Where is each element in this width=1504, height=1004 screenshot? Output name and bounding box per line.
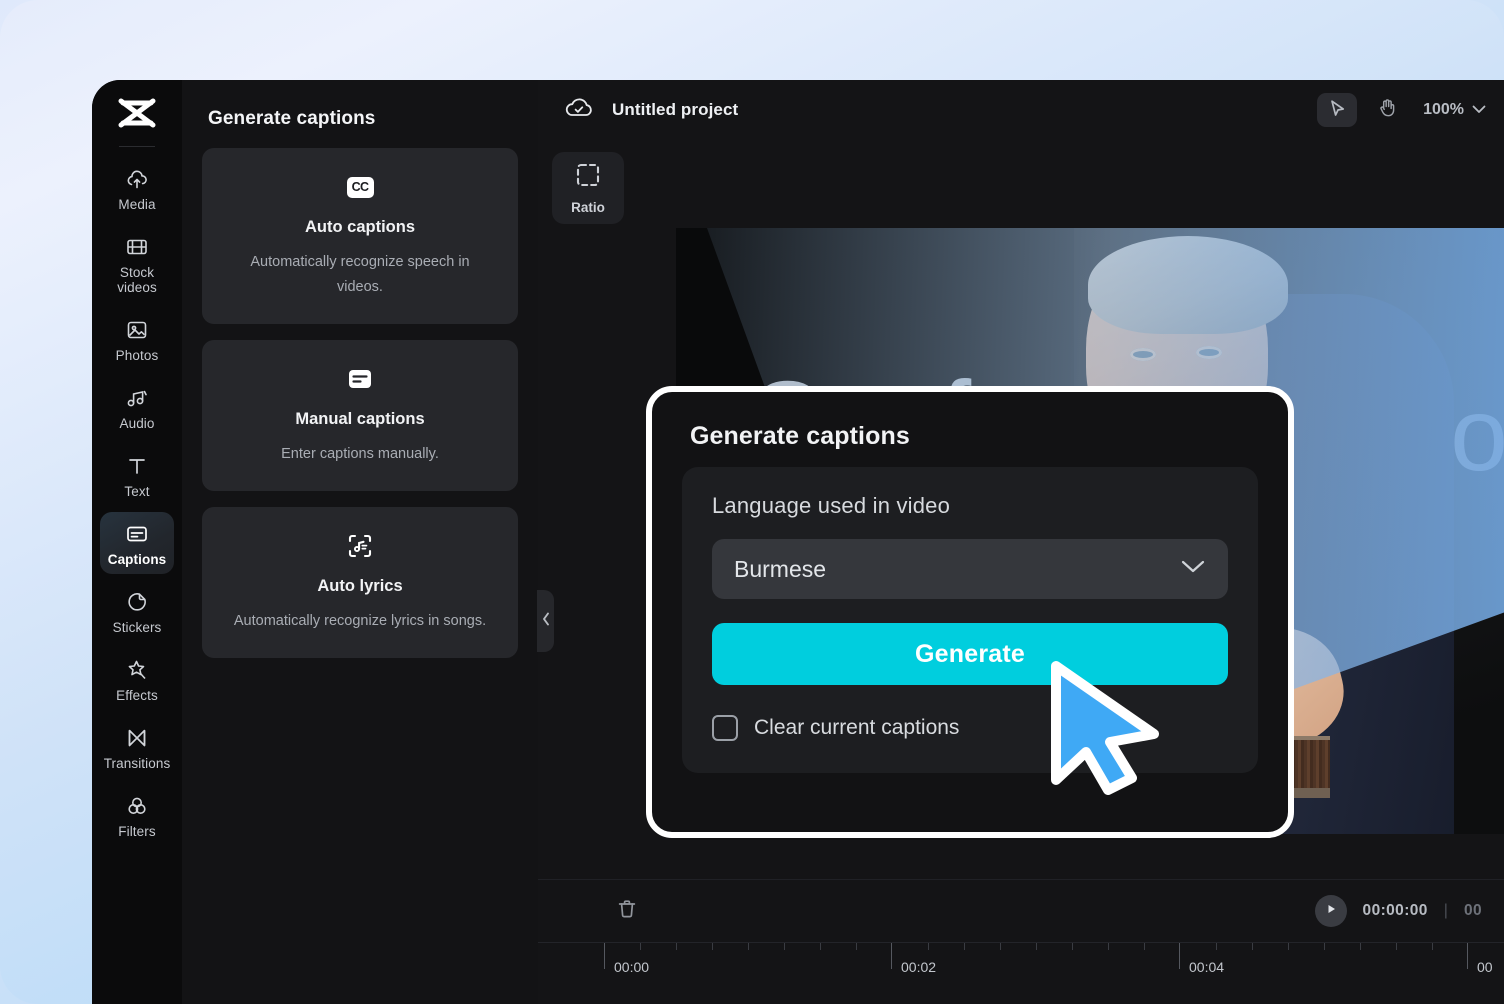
cc-badge-icon: CC: [226, 172, 494, 202]
timecode-separator: |: [1443, 902, 1448, 919]
language-label: Language used in video: [712, 493, 951, 518]
filters-circles-icon: [124, 793, 150, 819]
sidebar-item-label: Effects: [116, 688, 158, 703]
current-timecode: 00:00:00: [1362, 902, 1428, 919]
top-toolbar: Untitled project 100%: [538, 80, 1504, 140]
checkbox-box: [712, 715, 738, 741]
split-clip-button[interactable]: [560, 896, 590, 926]
image-icon: [124, 317, 150, 343]
select-tool-button[interactable]: [1317, 93, 1358, 127]
language-select[interactable]: Burmese: [712, 539, 1228, 599]
total-timecode: 00: [1463, 902, 1482, 919]
generate-button[interactable]: Generate: [712, 623, 1228, 685]
sidebar-item-stickers[interactable]: Stickers: [100, 580, 174, 642]
ruler-label: 00:02: [901, 959, 937, 975]
ruler-label: 00:04: [1189, 959, 1225, 975]
card-description: Enter captions manually.: [281, 446, 439, 462]
sidebar-item-filters[interactable]: Filters: [100, 784, 174, 846]
sidebar-item-label: Stickers: [112, 620, 162, 635]
sidebar-item-label: Audio: [119, 416, 155, 431]
card-description: Automatically recognize speech in videos…: [250, 254, 470, 295]
play-icon: [1324, 902, 1338, 921]
sidebar-item-effects[interactable]: Effects: [100, 648, 174, 710]
captions-icon: [124, 521, 150, 547]
sidebar-item-photos[interactable]: Photos: [100, 308, 174, 370]
sidebar-item-label: Media: [118, 197, 156, 212]
film-strip-icon: [124, 234, 150, 260]
manual-captions-card[interactable]: Manual captions Enter captions manually.: [202, 340, 518, 491]
card-description: Automatically recognize lyrics in songs.: [233, 613, 487, 629]
chevron-down-icon: [1180, 559, 1206, 579]
hand-icon: [1377, 97, 1398, 123]
sidebar-item-stock-videos[interactable]: Stock videos: [100, 225, 174, 302]
left-sidebar: Media Stock videos Photos Audio Text Cap…: [92, 80, 182, 1004]
hand-tool-button[interactable]: [1367, 93, 1407, 127]
cloud-upload-icon: [124, 166, 150, 192]
auto-lyrics-card[interactable]: Auto lyrics Automatically recognize lyri…: [202, 507, 518, 658]
split-clip-icon: [564, 898, 586, 925]
cloud-saved-icon[interactable]: [564, 96, 594, 125]
ruler-label: 00:00: [614, 959, 650, 975]
cursor-arrow-icon: [1327, 98, 1347, 123]
generate-captions-modal: Generate captions Language used in video…: [646, 386, 1294, 838]
music-note-icon: [124, 385, 150, 411]
ratio-button-label: Ratio: [571, 199, 605, 215]
sidebar-item-label: Transitions: [103, 756, 171, 771]
sidebar-item-audio[interactable]: Audio: [100, 376, 174, 438]
card-title: Auto lyrics: [317, 577, 403, 595]
transitions-icon: [124, 725, 150, 751]
card-title: Manual captions: [295, 410, 425, 428]
sidebar-item-label: Photos: [115, 348, 159, 363]
clear-current-captions-checkbox[interactable]: Clear current captions: [712, 715, 1228, 741]
auto-lyrics-icon: [226, 531, 494, 561]
crop-ratio-icon: [575, 162, 601, 193]
generate-button-label: Generate: [915, 639, 1025, 668]
chevron-left-icon: [541, 611, 551, 632]
trash-delete-icon: [616, 898, 638, 925]
panel-collapse-handle[interactable]: [537, 590, 554, 652]
text-t-icon: [124, 453, 150, 479]
sidebar-item-label: Text: [124, 484, 150, 499]
sidebar-item-media[interactable]: Media: [100, 157, 174, 219]
project-title[interactable]: Untitled project: [612, 100, 738, 120]
auto-captions-card[interactable]: CC Auto captions Automatically recognize…: [202, 148, 518, 324]
ruler-label: 00: [1477, 959, 1493, 975]
sidebar-divider: [119, 146, 155, 147]
capcut-logo-icon: [113, 94, 161, 134]
checkbox-label: Clear current captions: [754, 716, 960, 739]
ratio-button[interactable]: Ratio: [552, 152, 624, 224]
manual-captions-icon: [226, 364, 494, 394]
sparkle-star-icon: [124, 657, 150, 683]
panel-title: Generate captions: [208, 108, 376, 129]
sidebar-item-text[interactable]: Text: [100, 444, 174, 506]
modal-title: Generate captions: [690, 422, 910, 450]
timeline-toolbar: 00:00:00 | 00: [538, 880, 1504, 942]
language-selected-value: Burmese: [734, 555, 827, 582]
chevron-down-icon: [1472, 101, 1486, 119]
zoom-level-value: 100%: [1423, 101, 1464, 118]
delete-button[interactable]: [612, 896, 642, 926]
card-title: Auto captions: [305, 218, 415, 236]
captions-panel: Generate captions CC Auto captions Autom…: [182, 80, 554, 1004]
play-button[interactable]: [1314, 895, 1347, 927]
zoom-level-control[interactable]: 100%: [1417, 101, 1486, 119]
timeline: 00:00:00 | 00 00:00 00:02 00:04 00: [538, 879, 1504, 1004]
sidebar-item-label: Filters: [118, 824, 156, 839]
sidebar-item-label: Stock videos: [117, 265, 157, 295]
sidebar-item-transitions[interactable]: Transitions: [100, 716, 174, 778]
cc-badge-text: CC: [346, 176, 374, 198]
sidebar-item-label: Captions: [107, 552, 167, 567]
sticker-icon: [124, 589, 150, 615]
modal-body: Language used in video Burmese Generate …: [682, 467, 1258, 773]
sidebar-item-captions[interactable]: Captions: [100, 512, 174, 574]
timeline-ruler[interactable]: 00:00 00:02 00:04 00: [538, 942, 1504, 1004]
